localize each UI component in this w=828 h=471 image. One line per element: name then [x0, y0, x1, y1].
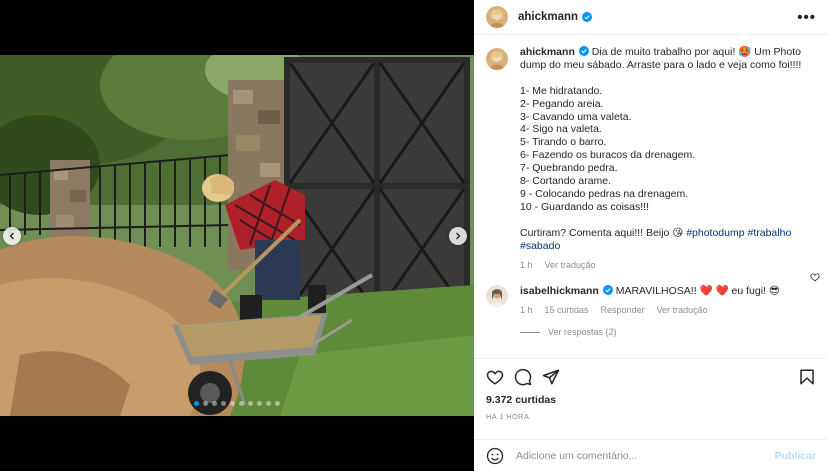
post-timestamp[interactable]: HÁ 1 HORA [486, 412, 816, 421]
caption-translate-button[interactable]: Ver tradução [545, 259, 596, 272]
post-photo[interactable] [0, 55, 474, 416]
comment-icon[interactable] [514, 368, 532, 386]
carousel-prev-button[interactable] [3, 227, 21, 245]
verified-badge-icon [578, 46, 589, 56]
carousel-dot [194, 401, 199, 406]
caption-username[interactable]: ahickmann [520, 46, 575, 58]
carousel-dot [230, 401, 235, 406]
hashtag-link[interactable]: #trabalho [748, 227, 792, 239]
comment-meta: 1 h 15 curtidas Responder Ver tradução [520, 304, 800, 317]
comment-item: isabelhickmann MARAVILHOSA!! ❤️ ❤️ eu fu… [486, 285, 816, 317]
likes-count[interactable]: 9.372 curtidas [486, 394, 816, 406]
comment-username[interactable]: isabelhickmann [520, 285, 599, 297]
likes-count-label: 9.372 curtidas [486, 394, 557, 406]
heart-icon[interactable] [486, 368, 504, 386]
carousel-dot [275, 401, 280, 406]
comment-translate-button[interactable]: Ver tradução [657, 304, 708, 317]
action-icons [486, 359, 816, 395]
carousel-next-button[interactable] [449, 227, 467, 245]
photo-scene [0, 55, 474, 416]
more-options-button[interactable]: ••• [797, 10, 816, 25]
hashtag-link[interactable]: #sabado [520, 240, 560, 252]
view-replies-button[interactable]: Ver respostas (2) [520, 327, 816, 337]
comment-likes[interactable]: 15 curtidas [545, 304, 589, 317]
commenter-avatar[interactable] [486, 285, 508, 308]
view-replies-label: Ver respostas (2) [548, 327, 617, 338]
author-avatar[interactable] [486, 48, 508, 70]
carousel-indicator [0, 401, 474, 406]
chevron-right-icon [456, 232, 461, 240]
post-actions: 9.372 curtidas HÁ 1 HORA [474, 358, 828, 438]
replies-divider [520, 331, 540, 333]
comment-text-line: isabelhickmann MARAVILHOSA!! ❤️ ❤️ eu fu… [520, 285, 800, 298]
post-caption: ahickmann Dia de muito trabalho por aqui… [486, 46, 816, 271]
author-username[interactable]: ahickmann [518, 11, 578, 23]
carousel-dot [221, 401, 226, 406]
paper-plane-icon[interactable] [542, 368, 560, 386]
caption-meta: 1 h Ver tradução [520, 259, 810, 272]
caption-body: Dia de muito trabalho por aqui! 🥵 Um Pho… [520, 46, 802, 239]
verified-badge-icon [602, 285, 613, 296]
comments-list: ahickmann Dia de muito trabalho por aqui… [474, 36, 828, 358]
hashtag-link[interactable]: #photodump [686, 227, 744, 239]
carousel-dot [239, 401, 244, 406]
caption-time[interactable]: 1 h [520, 259, 533, 272]
caption-text: ahickmann Dia de muito trabalho por aqui… [520, 46, 810, 253]
verified-badge-icon [582, 12, 593, 22]
publish-button[interactable]: Publicar [775, 450, 816, 462]
post-media [0, 0, 474, 471]
post-panel: ahickmann ••• ahickmann Dia de muito tra… [474, 0, 828, 471]
post-header: ahickmann ••• [474, 0, 828, 35]
carousel-dot [266, 401, 271, 406]
comment-input[interactable] [516, 449, 775, 462]
comment-time[interactable]: 1 h [520, 304, 533, 317]
carousel-dot [203, 401, 208, 406]
chevron-left-icon [9, 232, 14, 240]
add-comment-bar: Publicar [474, 439, 828, 471]
carousel-dot [248, 401, 253, 406]
comment-text: MARAVILHOSA!! ❤️ ❤️ eu fugi! 😎 [615, 285, 780, 298]
comment-reply-button[interactable]: Responder [601, 304, 645, 317]
bookmark-icon[interactable] [798, 368, 816, 386]
author-avatar[interactable] [486, 6, 508, 28]
carousel-dot [212, 401, 217, 406]
smiley-icon[interactable] [486, 447, 504, 465]
comment-like-heart-icon[interactable] [810, 272, 820, 282]
carousel-dot [257, 401, 262, 406]
